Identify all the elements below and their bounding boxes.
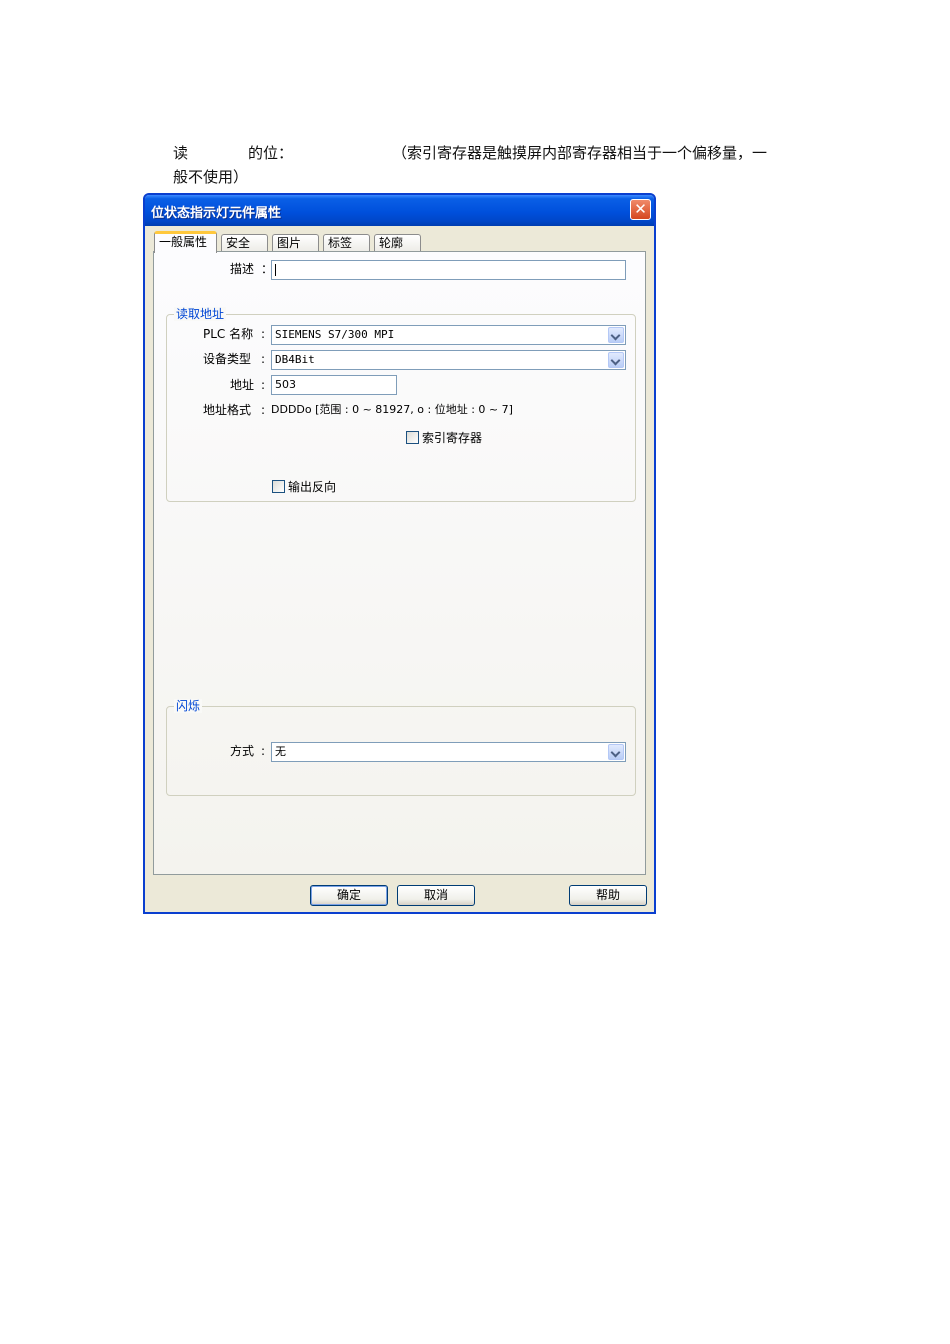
- tab-picture[interactable]: 图片: [272, 234, 319, 252]
- description-input[interactable]: [271, 260, 626, 280]
- address-colon: :: [261, 378, 266, 392]
- tab-outline[interactable]: 轮廓: [374, 234, 421, 252]
- tab-security[interactable]: 安全: [221, 234, 268, 252]
- plc-name-value: SIEMENS S7/300 MPI: [275, 328, 395, 341]
- device-type-select[interactable]: DB4Bit: [271, 350, 626, 370]
- address-format-label: 地址格式: [203, 403, 252, 417]
- plc-name-colon: :: [261, 327, 266, 341]
- plc-name-label: PLC 名称: [203, 327, 254, 341]
- device-type-label: 设备类型: [203, 352, 252, 366]
- doc-text-read: 读: [173, 144, 189, 162]
- tab-general[interactable]: 一般属性: [154, 231, 217, 253]
- doc-text-line2: 般不使用）: [173, 168, 249, 186]
- invert-output-label: 输出反向: [288, 480, 337, 494]
- tab-label[interactable]: 标签: [323, 234, 370, 252]
- doc-text-note: （索引寄存器是触摸屏内部寄存器相当于一个偏移量，一: [392, 144, 768, 162]
- invert-output-checkbox[interactable]: [272, 480, 285, 493]
- dialog-title: 位状态指示灯元件属性: [151, 206, 282, 221]
- text-caret: [275, 264, 276, 276]
- blink-group-title: 闪烁: [174, 699, 203, 713]
- dialog-title-bar[interactable]: 位状态指示灯元件属性 ✕: [145, 195, 654, 226]
- chevron-down-icon[interactable]: [608, 352, 624, 368]
- read-address-group-title: 读取地址: [174, 307, 227, 321]
- index-register-label: 索引寄存器: [422, 431, 483, 445]
- help-button[interactable]: 帮助: [569, 885, 647, 906]
- doc-text-bit: 的位：: [248, 144, 294, 162]
- chevron-down-icon[interactable]: [608, 744, 624, 760]
- address-value: 503: [275, 378, 296, 391]
- plc-name-select[interactable]: SIEMENS S7/300 MPI: [271, 325, 626, 345]
- address-input[interactable]: 503: [271, 375, 397, 395]
- blink-mode-label: 方式: [230, 744, 255, 758]
- chevron-down-icon[interactable]: [608, 327, 624, 343]
- device-type-colon: :: [261, 352, 266, 366]
- device-type-value: DB4Bit: [275, 353, 315, 366]
- blink-mode-value: 无: [275, 745, 286, 758]
- document-page: 读 的位： （索引寄存器是触摸屏内部寄存器相当于一个偏移量，一 般不使用） 位状…: [0, 0, 950, 1344]
- cancel-button[interactable]: 取消: [397, 885, 475, 906]
- ok-button[interactable]: 确定: [310, 885, 388, 906]
- address-label: 地址: [230, 378, 255, 392]
- address-format-colon: :: [261, 403, 266, 417]
- index-register-checkbox[interactable]: [406, 431, 419, 444]
- address-format-value: DDDDo [范围 : 0 ~ 81927, o : 位地址 : 0 ~ 7]: [271, 403, 513, 416]
- blink-mode-select[interactable]: 无: [271, 742, 626, 762]
- properties-dialog: 位状态指示灯元件属性 ✕ 一般属性 安全 图片 标签 轮廓 描述 ： 读取地址 …: [143, 193, 656, 914]
- close-icon[interactable]: ✕: [630, 199, 651, 220]
- description-label: 描述: [230, 262, 255, 276]
- blink-mode-colon: :: [261, 744, 266, 758]
